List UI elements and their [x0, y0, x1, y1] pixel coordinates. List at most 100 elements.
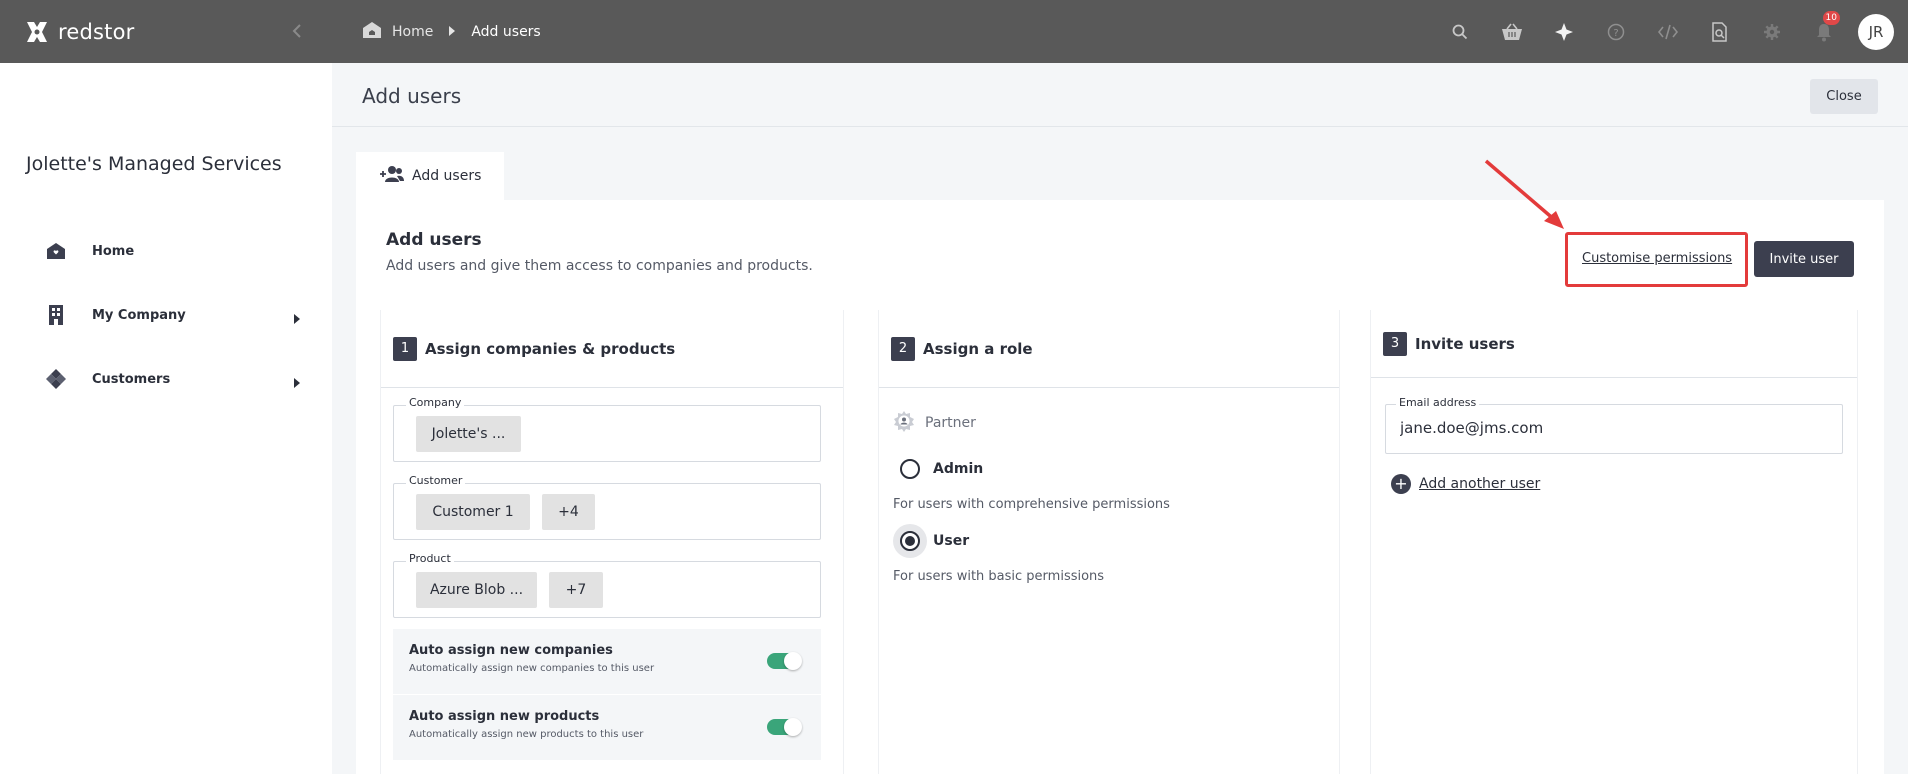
settings-gear-icon[interactable]	[1746, 0, 1798, 63]
sidebar-item-customers[interactable]: Customers	[44, 359, 300, 399]
radio-circle	[900, 459, 920, 479]
auto-assign-companies-row: Auto assign new companies Automatically …	[393, 629, 821, 694]
sparkle-icon[interactable]	[1538, 0, 1590, 63]
role-user-label: User	[933, 533, 970, 549]
card-subtitle: Add users and give them access to compan…	[386, 258, 813, 274]
tab-add-users[interactable]: Add users	[356, 152, 504, 200]
breadcrumb-separator-icon	[449, 24, 456, 40]
brand[interactable]: redstor	[0, 0, 332, 63]
customers-icon	[44, 367, 68, 391]
company-field[interactable]: Company Jolette's ...	[393, 396, 821, 462]
breadcrumb-home-label: Home	[392, 23, 434, 40]
step-assign-role: 2 Assign a role Partner Admin For users …	[878, 310, 1340, 774]
tab-label: Add users	[412, 168, 482, 184]
product-field-label: Product	[406, 552, 454, 565]
top-bar: redstor Home Add users ? 10 JR	[0, 0, 1908, 63]
auto-assign-products-row: Auto assign new products Automatically a…	[393, 695, 821, 760]
add-another-user-label: Add another user	[1419, 476, 1541, 492]
product-more-chip[interactable]: +7	[549, 572, 603, 608]
customer-chip[interactable]: Customer 1	[416, 494, 530, 530]
step-header: 3 Invite users	[1371, 310, 1857, 378]
product-chip[interactable]: Azure Blob ...	[416, 572, 537, 608]
step-header: 2 Assign a role	[879, 310, 1339, 388]
product-field[interactable]: Product Azure Blob ... +7	[393, 552, 821, 618]
expand-caret-icon[interactable]	[294, 309, 300, 328]
email-field-label: Email address	[1396, 396, 1480, 409]
expand-caret-icon[interactable]	[294, 373, 300, 392]
sidebar-item-label: Home	[92, 243, 135, 259]
brand-name: redstor	[58, 19, 135, 44]
sidebar-item-my-company[interactable]: My Company	[44, 295, 300, 335]
auto-assign-products-toggle[interactable]	[767, 718, 802, 736]
home-icon	[44, 239, 68, 263]
sidebar-item-label: Customers	[92, 371, 171, 387]
partner-badge-icon	[893, 410, 915, 436]
annotation-arrow-icon	[1480, 155, 1570, 239]
add-another-user-link[interactable]: + Add another user	[1391, 474, 1540, 494]
email-field[interactable]: Email address	[1385, 396, 1843, 454]
notification-badge: 10	[1822, 11, 1840, 25]
plus-icon: +	[1391, 474, 1411, 494]
notifications-bell-icon[interactable]: 10	[1798, 0, 1850, 63]
user-avatar[interactable]: JR	[1858, 13, 1894, 50]
page-title: Add users	[362, 84, 462, 108]
role-user-desc: For users with basic permissions	[893, 569, 1105, 584]
top-icons: ? 10 JR	[1434, 0, 1894, 63]
customise-permissions-link[interactable]: Customise permissions	[1582, 251, 1732, 266]
code-icon[interactable]	[1642, 0, 1694, 63]
auto-assign-companies-desc: Automatically assign new companies to th…	[409, 663, 655, 674]
document-search-icon[interactable]	[1694, 0, 1746, 63]
role-admin-radio[interactable]	[893, 452, 927, 486]
search-icon[interactable]	[1434, 0, 1486, 63]
step-header: 1 Assign companies & products	[381, 310, 843, 388]
role-user-radio[interactable]	[893, 524, 927, 558]
company-chip[interactable]: Jolette's ...	[416, 416, 521, 452]
building-icon	[44, 303, 68, 327]
role-admin-desc: For users with comprehensive permissions	[893, 497, 1170, 512]
sidebar-item-home[interactable]: Home	[44, 231, 300, 271]
card-title: Add users	[386, 230, 482, 250]
role-admin-option[interactable]: Admin	[893, 452, 983, 486]
sidebar-company-name: Jolette's Managed Services	[26, 153, 282, 175]
auto-assign-companies-toggle[interactable]	[767, 652, 802, 670]
step-title: Assign companies & products	[425, 339, 676, 358]
help-icon[interactable]: ?	[1590, 0, 1642, 63]
step-number: 3	[1383, 331, 1407, 356]
basket-icon[interactable]	[1486, 0, 1538, 63]
auto-assign-companies-title: Auto assign new companies	[409, 643, 613, 658]
invite-user-button[interactable]: Invite user	[1754, 241, 1854, 277]
customer-more-chip[interactable]: +4	[542, 494, 595, 530]
toggle-knob	[784, 718, 802, 736]
role-user-option[interactable]: User	[893, 524, 969, 558]
auto-assign-products-title: Auto assign new products	[409, 709, 600, 724]
page-header: Add users Close	[332, 63, 1908, 127]
step-title: Assign a role	[923, 339, 1033, 358]
email-input[interactable]	[1400, 419, 1820, 437]
role-admin-label: Admin	[933, 461, 984, 477]
company-field-label: Company	[406, 396, 465, 409]
redstor-logo-icon	[24, 19, 50, 45]
add-users-card: Add users Add users and give them access…	[356, 159, 1884, 774]
sidebar: Jolette's Managed Services Home My Compa…	[0, 63, 332, 774]
customer-field[interactable]: Customer Customer 1 +4	[393, 474, 821, 540]
step-number: 1	[393, 336, 417, 361]
toggle-knob	[784, 652, 802, 670]
step-number: 2	[891, 336, 915, 361]
step-invite-users: 3 Invite users Email address + Add anoth…	[1370, 310, 1858, 774]
sidebar-item-label: My Company	[92, 307, 186, 323]
breadcrumb: Home Add users	[362, 21, 541, 43]
step-assign-companies: 1 Assign companies & products Company Jo…	[380, 310, 844, 774]
radio-circle	[900, 531, 920, 551]
radio-selected-dot	[905, 536, 915, 546]
home-icon	[362, 21, 382, 43]
customer-field-label: Customer	[406, 474, 466, 487]
auto-assign-products-desc: Automatically assign new products to thi…	[409, 729, 644, 740]
step-title: Invite users	[1415, 334, 1515, 353]
collapse-sidebar-icon[interactable]	[286, 20, 308, 42]
close-button[interactable]: Close	[1810, 79, 1878, 114]
breadcrumb-home[interactable]: Home	[362, 21, 433, 43]
breadcrumb-current: Add users	[471, 23, 541, 40]
role-group-label: Partner	[925, 415, 976, 431]
add-users-icon	[380, 165, 404, 187]
role-group-partner: Partner	[893, 410, 976, 436]
